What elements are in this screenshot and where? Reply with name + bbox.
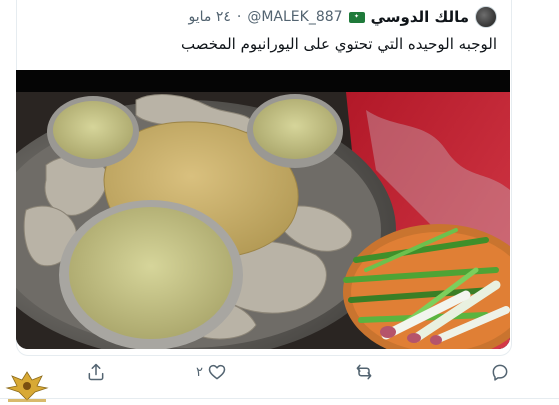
share-button[interactable]	[86, 362, 106, 382]
reply-button[interactable]	[490, 362, 510, 382]
tweet-header: مالك الدوسي ✦ @MALEK_887 · ٢٤ مايو	[189, 6, 497, 28]
separator-dot: ·	[236, 9, 242, 25]
tweet-actions-bar: ٢	[0, 360, 559, 390]
food-photo	[16, 70, 510, 349]
tweet-text: الوجبه الوحيده التي تحتوي على اليورانيوم…	[180, 35, 497, 53]
like-count: ٢	[196, 364, 203, 380]
avatar[interactable]	[475, 6, 497, 28]
retweet-button[interactable]	[354, 362, 374, 382]
reply-icon	[492, 364, 508, 381]
display-name[interactable]: مالك الدوسي	[371, 8, 469, 26]
tweet-date[interactable]: ٢٤ مايو	[189, 9, 231, 25]
user-handle[interactable]: @MALEK_887	[247, 9, 342, 25]
divider	[0, 398, 559, 399]
retweet-icon	[356, 364, 372, 380]
forum-logo-icon	[5, 371, 49, 402]
like-button[interactable]: ٢	[196, 362, 227, 382]
heart-icon	[208, 364, 226, 380]
share-icon	[88, 363, 104, 381]
tweet-media-photo[interactable]	[16, 70, 510, 349]
saudi-flag-icon: ✦	[348, 11, 365, 23]
